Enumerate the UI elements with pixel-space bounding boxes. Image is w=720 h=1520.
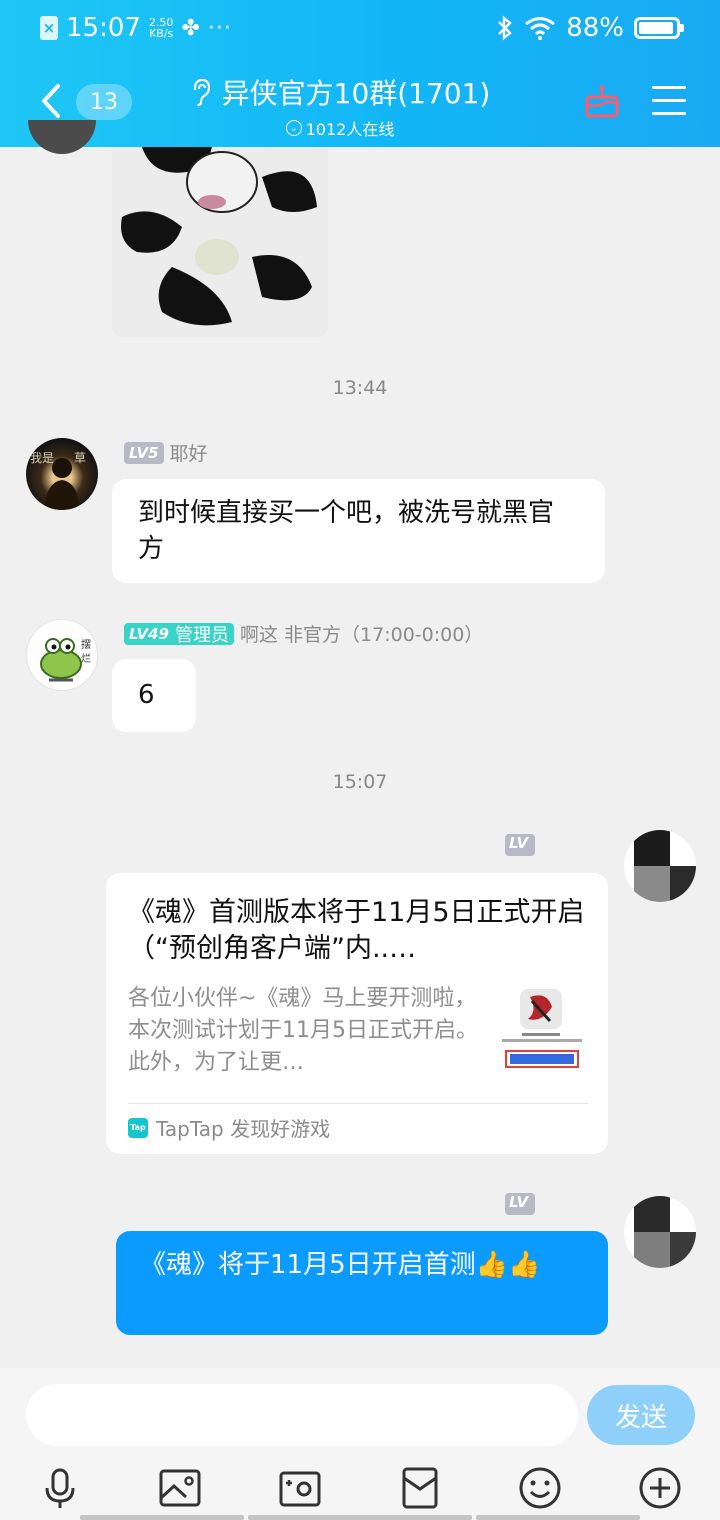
svg-text:烂: 烂 — [81, 653, 91, 665]
avatar-image: 我是 草 — [30, 451, 86, 510]
timestamp: 13:44 — [332, 377, 388, 399]
message-bubble[interactable]: 6 — [112, 659, 196, 732]
avatar[interactable]: 摆烂 — [26, 619, 98, 691]
menu-icon[interactable] — [652, 86, 686, 116]
wifi-icon — [525, 17, 556, 40]
group-name: 异侠官方10群(1701) — [221, 77, 491, 110]
battery-icon — [634, 17, 684, 39]
red-packet-icon[interactable] — [396, 1464, 444, 1512]
svg-text:我是: 我是 — [30, 451, 54, 465]
image-icon[interactable] — [156, 1464, 204, 1512]
toolbar — [0, 1460, 720, 1520]
svg-text:草: 草 — [74, 451, 86, 465]
input-bar: 发送 — [0, 1368, 720, 1520]
level-badge: LV5 — [124, 441, 164, 464]
panda-meme-image[interactable] — [112, 147, 328, 337]
sim-icon: × — [40, 16, 58, 40]
level-badge: LV — [505, 834, 535, 856]
sender-name[interactable]: 啊这 非官方（17:00-0:00） — [240, 620, 483, 647]
battery-percent: 88% — [566, 13, 624, 43]
chat-header: × 15:07 2.50 KB/s ✤ ··· 88% 13 异侠官方10群(1… — [0, 0, 720, 147]
avatar[interactable]: 我是 草 — [26, 438, 98, 510]
ear-icon — [193, 78, 210, 107]
message-input[interactable] — [26, 1384, 578, 1446]
frog-avatar-image: 摆烂 — [40, 638, 91, 682]
message-bubble[interactable]: 到时候直接买一个吧，被洗号就黑官方 — [112, 479, 605, 583]
fan-icon: ✤ — [181, 15, 200, 41]
share-card[interactable]: 《魂》首测版本将于11月5日正式开启（“预创角客户端”内..… 各位小伙伴~《魂… — [106, 873, 608, 1154]
chevron-down-icon: ⌄ — [285, 120, 302, 136]
card-source: Tap TapTap 发现好游戏 — [128, 1113, 330, 1142]
gift-icon[interactable] — [584, 84, 620, 120]
group-title-area[interactable]: 异侠官方10群(1701) ⌄ 1012人在线 — [160, 72, 520, 140]
self-avatar[interactable] — [624, 830, 696, 902]
bluetooth-icon — [498, 15, 512, 41]
level-badge: LV49 管理员 — [124, 622, 234, 646]
self-avatar[interactable] — [624, 1196, 696, 1268]
source-name: TapTap 发现好游戏 — [156, 1117, 331, 1141]
timestamp: 15:07 — [332, 771, 388, 793]
more-notifications-icon: ··· — [207, 15, 232, 41]
send-button[interactable]: 发送 — [587, 1385, 695, 1445]
panda-meme-drawing — [112, 147, 328, 337]
sender-info: LV5 耶好 — [124, 439, 208, 466]
sender-info: LV49 管理员 啊这 非官方（17:00-0:00） — [124, 620, 483, 647]
home-indicator — [476, 1515, 640, 1520]
admin-role: 管理员 — [174, 624, 229, 646]
divider — [128, 1103, 588, 1104]
plus-icon[interactable] — [636, 1464, 684, 1512]
card-thumbnail — [492, 983, 592, 1075]
online-count: 1012人在线 — [305, 120, 395, 139]
home-indicator — [248, 1515, 472, 1520]
video-icon[interactable] — [276, 1464, 324, 1512]
microphone-icon[interactable] — [36, 1464, 84, 1512]
sender-name[interactable]: 耶好 — [170, 439, 208, 466]
card-title: 《魂》首测版本将于11月5日正式开启（“预创角客户端”内..… — [128, 897, 585, 964]
unread-count-badge[interactable]: 13 — [76, 84, 132, 120]
svg-text:摆: 摆 — [81, 638, 91, 651]
emoji-icon[interactable] — [516, 1464, 564, 1512]
avatar[interactable] — [28, 120, 96, 154]
taptap-icon: Tap — [128, 1117, 148, 1138]
status-time: 15:07 — [66, 13, 141, 43]
level-badge: LV — [505, 1193, 535, 1215]
back-arrow-icon[interactable] — [36, 83, 66, 119]
self-message-bubble[interactable]: 《魂》将于11月5日开启首测👍👍 — [116, 1231, 608, 1335]
card-description: 各位小伙伴~《魂》马上要开测啦，本次测试计划于11月5日正式开启。此外，为了让更… — [128, 986, 478, 1075]
status-bar: × 15:07 2.50 KB/s ✤ ··· 88% — [0, 0, 720, 58]
network-speed: 2.50 KB/s — [148, 16, 174, 40]
home-indicator — [80, 1515, 244, 1520]
